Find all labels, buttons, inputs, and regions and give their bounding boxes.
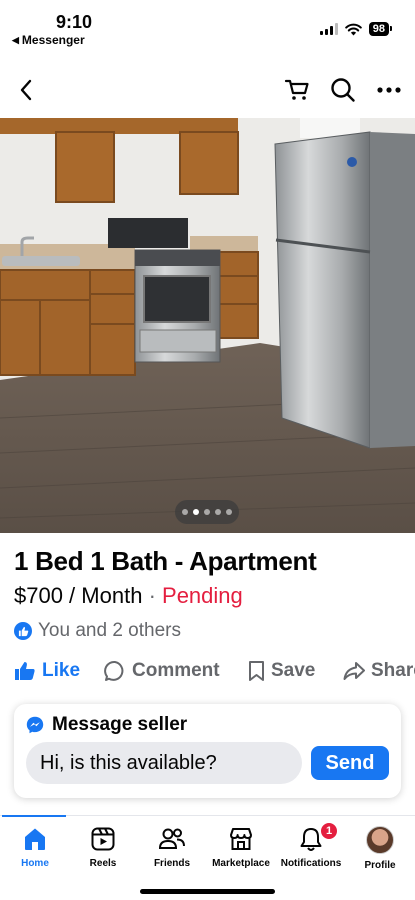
tab-reels-label: Reels: [89, 858, 117, 869]
wifi-icon: [344, 23, 362, 35]
tab-marketplace-label: Marketplace: [212, 858, 270, 869]
tab-notifications[interactable]: 1 Notifications: [276, 822, 346, 869]
tab-marketplace[interactable]: Marketplace: [206, 826, 276, 869]
message-input[interactable]: [26, 742, 302, 784]
send-button[interactable]: Send: [311, 746, 389, 780]
thumbs-up-icon: [15, 662, 35, 680]
pager-dot: [204, 509, 210, 515]
avatar: [366, 826, 394, 854]
back-app-label: Messenger: [21, 33, 85, 47]
back-icon[interactable]: [10, 74, 42, 106]
message-seller-card: Message seller Send: [14, 704, 401, 798]
price-line: $700 / Month · Pending: [14, 583, 243, 609]
notifications-badge: 1: [320, 822, 338, 840]
tab-home[interactable]: Home: [0, 826, 70, 869]
status-bar: 9:10 ◀ Messenger 98: [0, 0, 415, 54]
comment-icon: [104, 660, 124, 681]
reels-icon: [91, 827, 115, 851]
tab-profile[interactable]: Profile: [345, 826, 415, 871]
message-seller-header: Message seller: [26, 714, 187, 736]
home-icon: [25, 828, 45, 850]
thumbs-up-reaction-icon: [14, 622, 32, 640]
tab-profile-label: Profile: [364, 860, 396, 871]
pager-dot: [226, 509, 232, 515]
pager-dot: [182, 509, 188, 515]
reactions-summary[interactable]: You and 2 others: [14, 620, 181, 642]
friends-icon: [158, 828, 185, 849]
messenger-icon: [26, 716, 44, 734]
search-icon[interactable]: [327, 74, 359, 106]
tab-notifications-label: Notifications: [280, 858, 342, 869]
share-icon: [343, 662, 365, 680]
battery-icon: 98: [368, 22, 393, 36]
save-label: Save: [271, 660, 316, 681]
marketplace-icon: [230, 828, 252, 850]
comment-button[interactable]: Comment: [104, 660, 220, 682]
action-row: Like Comment Save Share: [0, 656, 415, 692]
share-button[interactable]: Share: [343, 660, 415, 682]
top-nav: [0, 66, 415, 114]
tab-friends-label: Friends: [153, 858, 191, 869]
pager-dot: [215, 509, 221, 515]
tab-home-label: Home: [21, 858, 49, 869]
pager-dot-active: [193, 509, 199, 515]
status-badge: Pending: [162, 583, 243, 608]
back-triangle-icon: ◀: [12, 34, 19, 45]
status-indicators: 98: [319, 22, 393, 36]
listing-price: $700 / Month: [14, 583, 143, 608]
status-time: 9:10: [56, 12, 93, 32]
like-label: Like: [42, 660, 81, 681]
message-seller-title: Message seller: [52, 714, 188, 735]
bookmark-icon: [249, 661, 264, 681]
tab-reels[interactable]: Reels: [68, 826, 138, 869]
more-icon[interactable]: [373, 74, 405, 106]
tab-friends[interactable]: Friends: [137, 826, 207, 869]
home-indicator: [140, 889, 275, 894]
back-to-app-link[interactable]: ◀ Messenger: [12, 33, 85, 47]
share-label: Share: [371, 660, 415, 681]
photo-pager-dots[interactable]: [175, 500, 239, 524]
bottom-tab-bar: Home Reels Friends Marketplace 1 Notific…: [0, 815, 415, 875]
cart-icon[interactable]: [281, 74, 313, 106]
save-button[interactable]: Save: [248, 660, 315, 682]
like-button[interactable]: Like: [14, 660, 80, 682]
listing-title: 1 Bed 1 Bath - Apartment: [14, 546, 317, 576]
active-tab-indicator: [2, 815, 66, 817]
comment-label: Comment: [132, 660, 220, 681]
cellular-signal-icon: [319, 23, 338, 35]
listing-photo[interactable]: [0, 118, 415, 533]
reactions-text: You and 2 others: [38, 620, 181, 641]
separator: ·: [148, 583, 156, 608]
